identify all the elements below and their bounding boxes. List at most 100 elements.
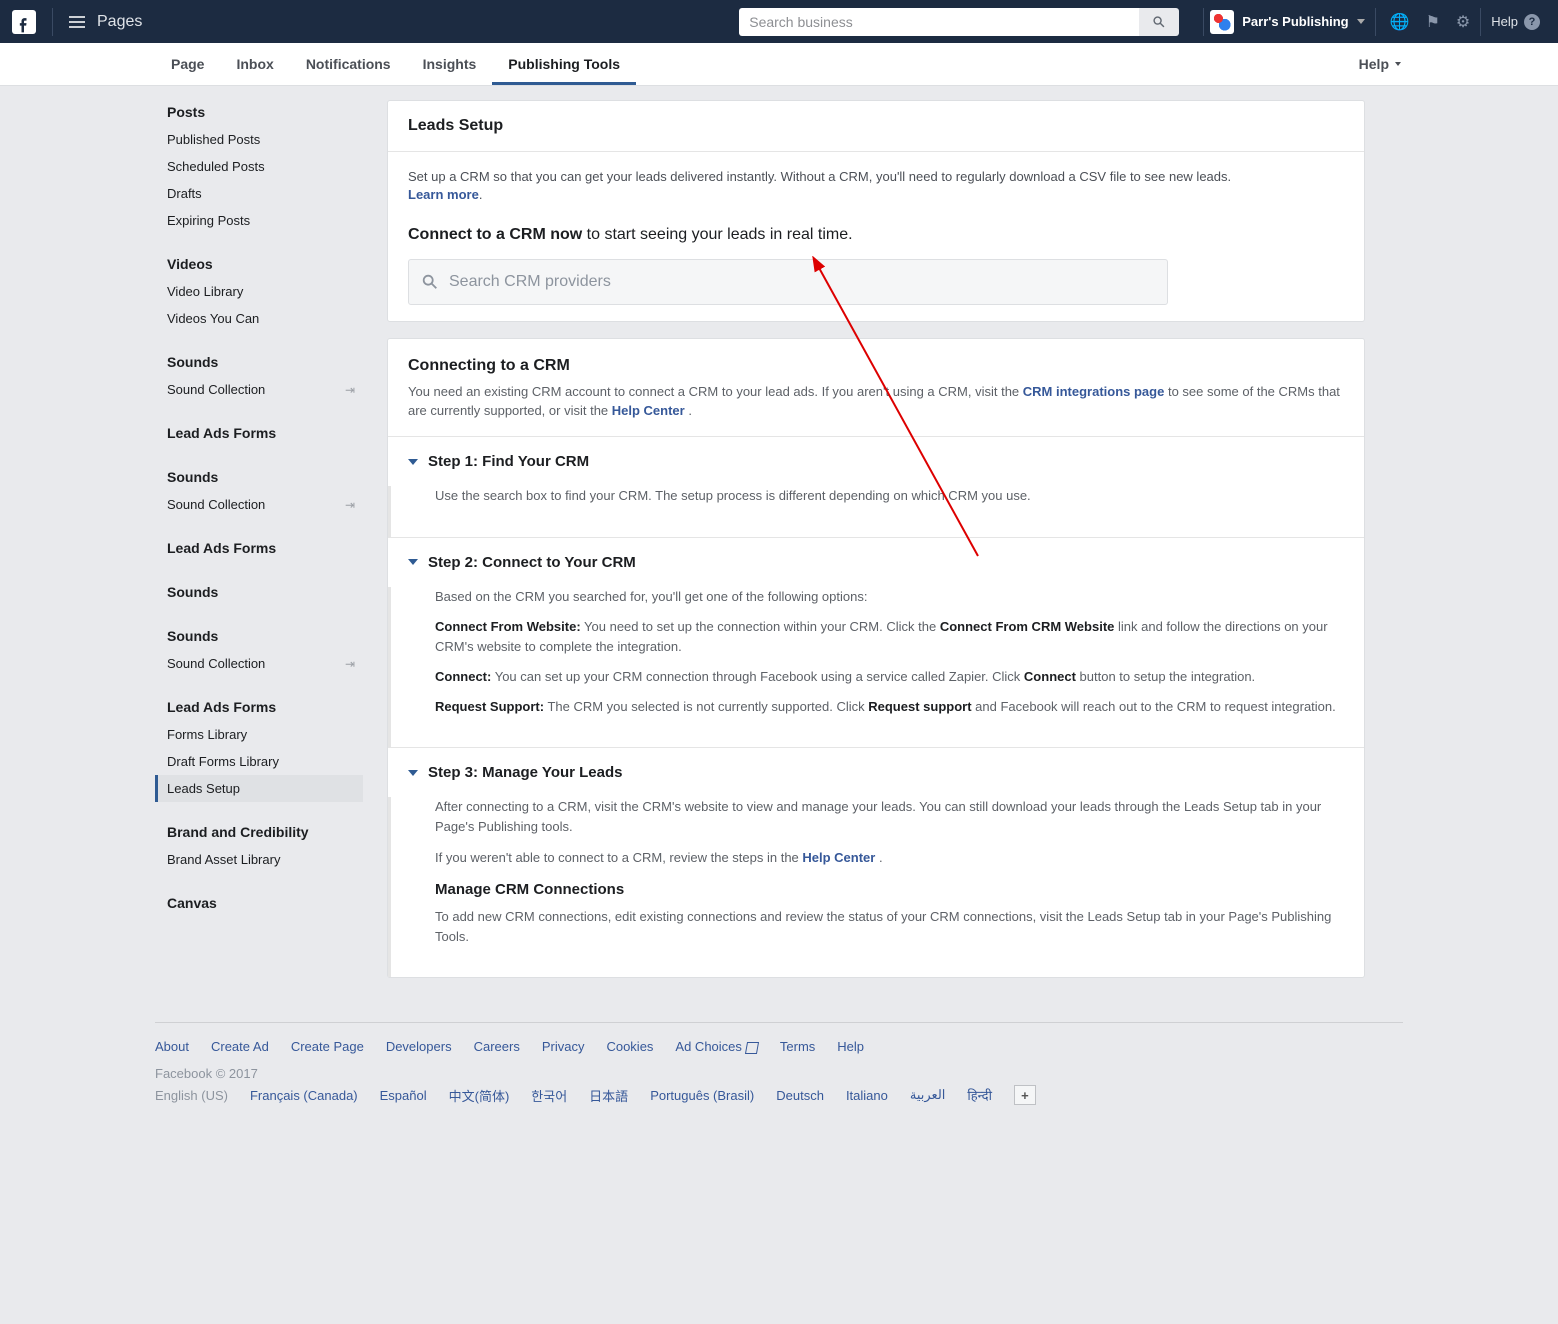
sidebar-item-label: Sound Collection <box>167 497 265 512</box>
chevron-down-icon <box>1395 62 1401 66</box>
footer-link-careers[interactable]: Careers <box>474 1039 520 1054</box>
facebook-logo[interactable] <box>12 10 36 34</box>
chevron-down-icon <box>408 459 418 465</box>
footer-lang-link[interactable]: Deutsch <box>776 1088 824 1103</box>
tab-inbox[interactable]: Inbox <box>220 43 289 85</box>
chevron-down-icon <box>408 559 418 565</box>
step-2-option: Connect From Website: You need to set up… <box>435 617 1344 657</box>
footer-link-create-ad[interactable]: Create Ad <box>211 1039 269 1054</box>
chevron-down-icon <box>408 770 418 776</box>
sidebar-item-sound-collection[interactable]: Sound Collection⇥ <box>155 650 363 677</box>
footer-link-developers[interactable]: Developers <box>386 1039 452 1054</box>
sidebar-item-video-library[interactable]: Video Library <box>155 278 363 305</box>
flag-icon[interactable]: ⚑ <box>1426 12 1440 32</box>
footer-lang-link[interactable]: العربية <box>910 1087 946 1103</box>
sidebar-item-label: Expiring Posts <box>167 213 250 228</box>
footer-link-help[interactable]: Help <box>837 1039 864 1054</box>
top-help-link[interactable]: Help ? <box>1491 14 1540 30</box>
sidebar-item-label: Leads Setup <box>167 781 240 796</box>
notifications-globe-icon[interactable]: 🌐 <box>1390 12 1410 32</box>
leads-setup-card: Leads Setup Set up a CRM so that you can… <box>387 100 1365 322</box>
footer-lang-link[interactable]: 한국어 <box>531 1086 567 1105</box>
add-language-button[interactable]: + <box>1014 1085 1036 1105</box>
tab-publishing-tools[interactable]: Publishing Tools <box>492 43 636 85</box>
sidebar-item-label: Sound Collection <box>167 382 265 397</box>
tabs-help-label: Help <box>1359 56 1389 72</box>
sidebar-item-videos-you-can[interactable]: Videos You Can <box>155 305 363 332</box>
tab-notifications[interactable]: Notifications <box>290 43 407 85</box>
footer-lang-link[interactable]: हिन्दी <box>967 1086 992 1104</box>
connecting-crm-desc: You need an existing CRM account to conn… <box>388 383 1364 437</box>
tab-page[interactable]: Page <box>155 43 220 85</box>
step-2-toggle[interactable]: Step 2: Connect to Your CRM <box>388 538 1364 587</box>
footer-lang-link[interactable]: Italiano <box>846 1088 888 1103</box>
sidebar-item-published-posts[interactable]: Published Posts <box>155 126 363 153</box>
sidebar-item-label: Published Posts <box>167 132 260 147</box>
settings-gear-icon[interactable]: ⚙ <box>1456 12 1470 32</box>
footer-lang-link[interactable]: Français (Canada) <box>250 1088 358 1103</box>
external-icon: ⇥ <box>345 657 355 671</box>
sidebar-heading: Sounds <box>155 350 363 376</box>
crm-integrations-link[interactable]: CRM integrations page <box>1023 384 1165 399</box>
step-1-body: Use the search box to find your CRM. The… <box>435 486 1344 506</box>
footer-link-about[interactable]: About <box>155 1039 189 1054</box>
page-tabs-bar: PageInboxNotificationsInsightsPublishing… <box>0 43 1558 86</box>
sidebar-item-leads-setup[interactable]: Leads Setup <box>155 775 363 802</box>
chevron-down-icon <box>1357 19 1365 24</box>
hamburger-icon[interactable] <box>69 16 85 28</box>
step-2-title: Step 2: Connect to Your CRM <box>428 554 636 571</box>
help-center-link[interactable]: Help Center <box>612 403 685 418</box>
footer-link-ad-choices[interactable]: Ad Choices <box>675 1039 757 1054</box>
external-icon: ⇥ <box>345 498 355 512</box>
footer-lang-link[interactable]: 日本語 <box>589 1086 628 1105</box>
connect-crm-heading: Connect to a CRM now to start seeing you… <box>408 224 1344 246</box>
business-search <box>739 8 1179 36</box>
tabs-help-dropdown[interactable]: Help <box>1359 56 1401 72</box>
tab-insights[interactable]: Insights <box>407 43 493 85</box>
sidebar-item-label: Forms Library <box>167 727 247 742</box>
sidebar-item-label: Drafts <box>167 186 202 201</box>
step-1-toggle[interactable]: Step 1: Find Your CRM <box>388 437 1364 486</box>
step-2-intro: Based on the CRM you searched for, you'l… <box>435 587 1344 607</box>
page-footer: About Create Ad Create Page Developers Caree… <box>155 1022 1403 1105</box>
sidebar-item-draft-forms-library[interactable]: Draft Forms Library <box>155 748 363 775</box>
learn-more-link[interactable]: Learn more <box>408 187 479 202</box>
page-switcher[interactable]: Parr's Publishing <box>1210 10 1364 34</box>
sidebar-heading: Canvas <box>155 891 363 917</box>
footer-link-cookies[interactable]: Cookies <box>606 1039 653 1054</box>
connecting-crm-title: Connecting to a CRM <box>388 339 1364 383</box>
top-icons: 🌐 ⚑ ⚙ <box>1390 12 1471 32</box>
left-nav-sidebar: Posts Published Posts Scheduled Posts Draft… <box>155 100 387 994</box>
footer-lang-current: English (US) <box>155 1088 228 1103</box>
footer-link-privacy[interactable]: Privacy <box>542 1039 585 1054</box>
divider <box>1480 8 1481 36</box>
sidebar-heading: Posts <box>155 100 363 126</box>
sidebar-item-forms-library[interactable]: Forms Library <box>155 721 363 748</box>
step-1-title: Step 1: Find Your CRM <box>428 453 589 470</box>
business-search-input[interactable] <box>739 8 1139 36</box>
crm-search-input[interactable] <box>449 273 1155 291</box>
step-3-title: Step 3: Manage Your Leads <box>428 764 623 781</box>
leads-setup-title: Leads Setup <box>388 101 1364 152</box>
sidebar-item-drafts[interactable]: Drafts <box>155 180 363 207</box>
step-3-toggle[interactable]: Step 3: Manage Your Leads <box>388 748 1364 797</box>
footer-lang-link[interactable]: Português (Brasil) <box>650 1088 754 1103</box>
sidebar-heading: Lead Ads Forms <box>155 421 363 447</box>
sidebar-item-sound-collection[interactable]: Sound Collection ⇥ <box>155 491 363 518</box>
sidebar-item-scheduled-posts[interactable]: Scheduled Posts <box>155 153 363 180</box>
sidebar-item-expiring-posts[interactable]: Expiring Posts <box>155 207 363 234</box>
footer-link-create-page[interactable]: Create Page <box>291 1039 364 1054</box>
help-center-link[interactable]: Help Center <box>802 850 875 865</box>
sidebar-item-label: Videos You Can <box>167 311 259 326</box>
manage-connections-body: To add new CRM connections, edit existin… <box>435 907 1344 947</box>
footer-lang-link[interactable]: Español <box>380 1088 427 1103</box>
sidebar-item-brand-asset-library[interactable]: Brand Asset Library <box>155 846 363 873</box>
footer-lang-link[interactable]: 中文(简体) <box>449 1086 510 1105</box>
business-search-button[interactable] <box>1139 8 1179 36</box>
sidebar-item-label: Draft Forms Library <box>167 754 279 769</box>
step-1: Step 1: Find Your CRM Use the search box… <box>388 436 1364 536</box>
footer-link-terms[interactable]: Terms <box>780 1039 815 1054</box>
adchoices-icon <box>745 1042 759 1054</box>
context-label: Pages <box>97 13 142 31</box>
sidebar-item-sound-collection[interactable]: Sound Collection⇥ <box>155 376 363 403</box>
